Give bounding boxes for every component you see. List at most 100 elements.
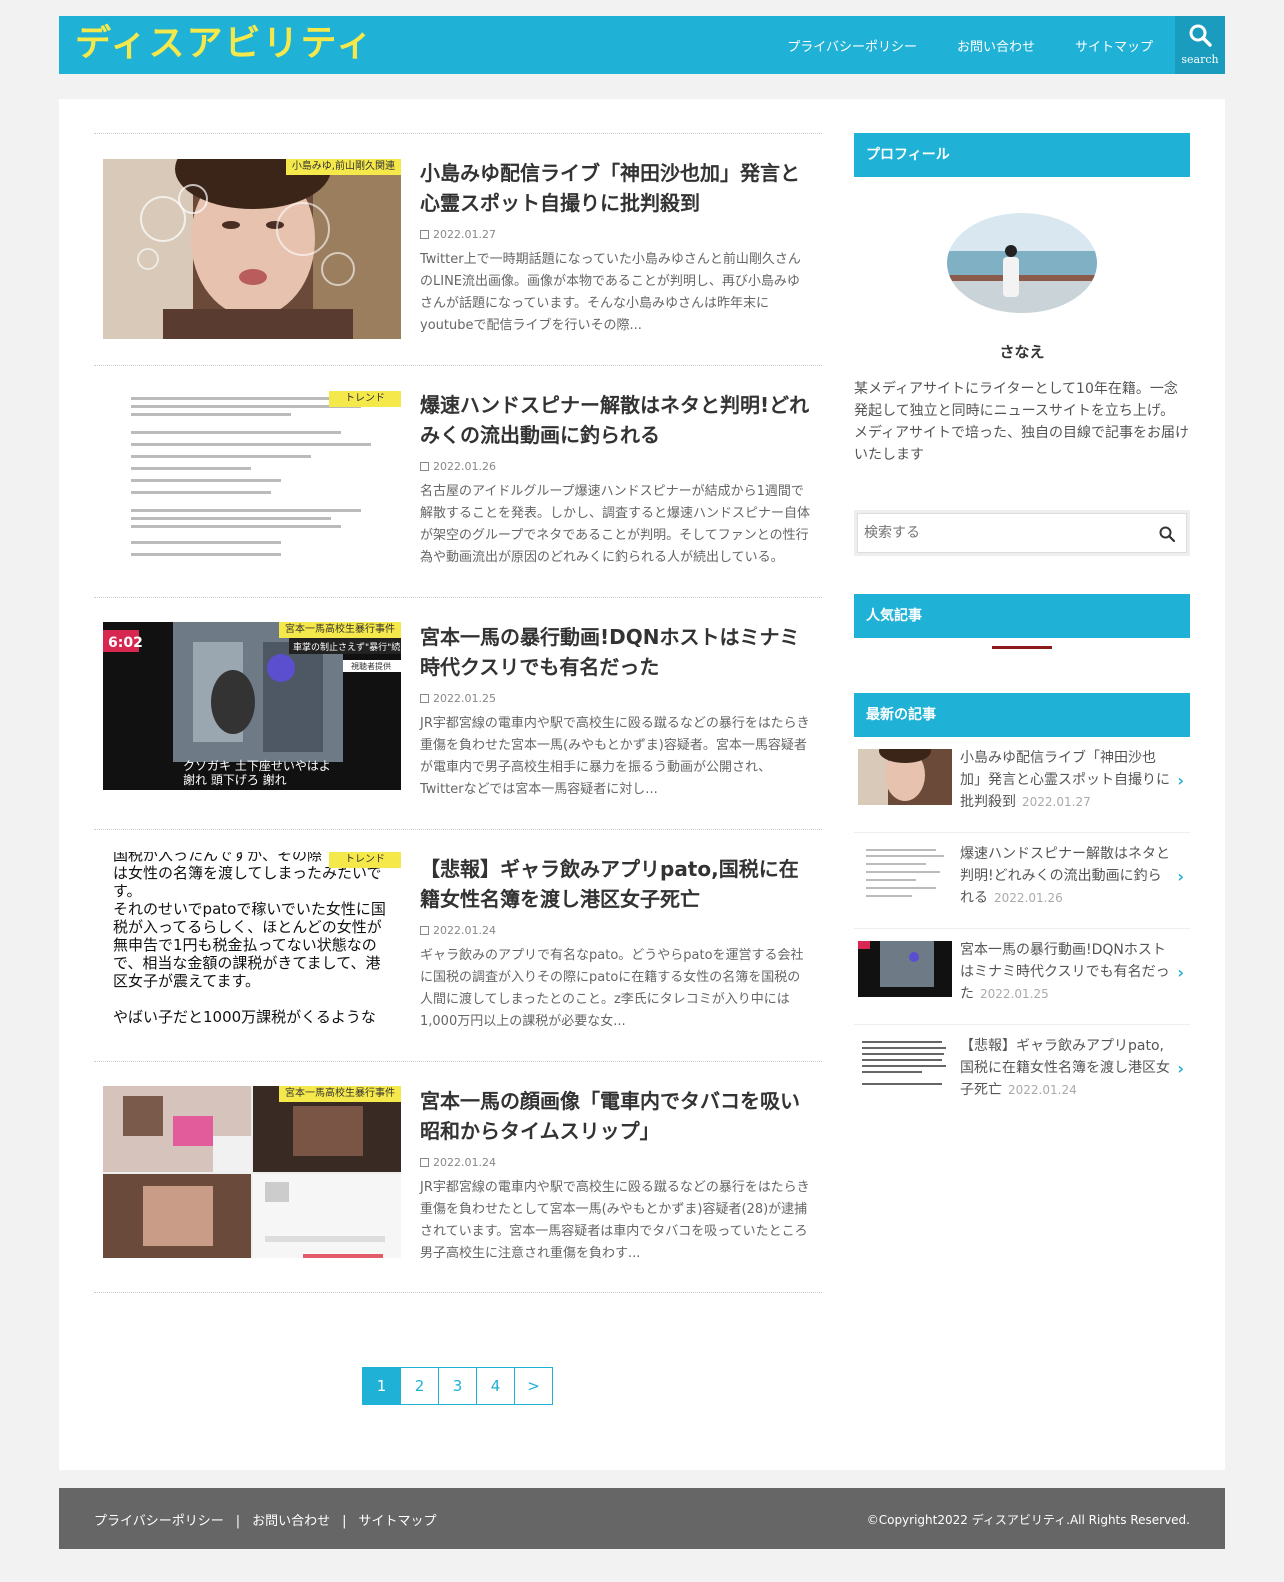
video-caption-2: 謝れ 頭下げろ 謝れ: [183, 772, 287, 787]
thumbnail-image: [103, 1086, 401, 1258]
article-title[interactable]: 宮本一馬の暴行動画!DQNホストはミナミ時代クスリでも有名だった: [420, 622, 810, 682]
article-card[interactable]: 小島みゆ,前山剛久関連 小島みゆ配信ライブ「神田沙也加」発言と心霊スポット自撮り…: [94, 133, 822, 365]
site-footer: プライバシーポリシー | お問い合わせ | サイトマップ ©Copyright2022 …: [59, 1488, 1225, 1549]
tweet-line: やばい子だと1000万課税がくるような: [113, 1008, 376, 1026]
article-thumbnail[interactable]: トレンド: [103, 391, 401, 571]
chevron-right-icon: ›: [1177, 963, 1184, 982]
tweet-line: それのせいでpatoで稼いでいた女性に国: [113, 900, 386, 918]
calendar-icon: [420, 230, 429, 239]
tweet-line: 無申告で1円も税金払ってない状態なの: [113, 936, 377, 954]
article-date: 2022.01.27: [420, 228, 496, 241]
calendar-icon: [420, 694, 429, 703]
footer-links: プライバシーポリシー | お問い合わせ | サイトマップ: [94, 1510, 437, 1529]
site-logo[interactable]: ディスアビリティ: [75, 22, 374, 66]
article-title[interactable]: 爆速ハンドスピナー解散はネタと判明!どれみくの流出動画に釣られる: [420, 390, 810, 450]
avatar-image: [947, 213, 1097, 313]
article-excerpt: ギャラ飲みのアプリで有名なpato。どうやらpatoを運営する会社に国税の調査が…: [420, 948, 804, 1029]
thumbnail-image: 6:02 車掌の制止さえず"暴行"続ける 視聴者提供 クソガキ 土下座せいやはよ…: [103, 622, 401, 790]
calendar-icon: [420, 1158, 429, 1167]
article-date: 2022.01.26: [420, 460, 496, 473]
profile-avatar: [947, 213, 1097, 313]
recent-post-thumbnail[interactable]: [858, 845, 952, 901]
tweet-line: 税が入ってるらしく、ほとんどの女性が: [113, 918, 382, 936]
article-card[interactable]: 6:02 車掌の制止さえず"暴行"続ける 視聴者提供 クソガキ 土下座せいやはよ…: [94, 597, 822, 829]
recent-post-item[interactable]: 【悲報】ギャラ飲みアプリpato,国税に在籍女性名簿を渡し港区女子死亡 2022.…: [854, 1025, 1190, 1121]
recent-post-thumbnail[interactable]: [858, 941, 952, 997]
recent-post-thumbnail[interactable]: [858, 749, 952, 805]
recent-post-date: 2022.01.24: [1008, 1083, 1077, 1097]
copyright: ©Copyright2022 ディスアビリティ.All Rights Reser…: [866, 1513, 1190, 1527]
recent-post-title[interactable]: 爆速ハンドスピナー解散はネタと判明!どれみくの流出動画に釣られる 2022.01.…: [960, 843, 1172, 909]
thumbnail-image: [103, 159, 401, 339]
article-card[interactable]: 国税が入ったんですが、その際 は女性の名簿を渡してしまったみたいで す。 それのせいで…: [94, 829, 822, 1061]
calendar-icon: [420, 462, 429, 471]
recent-post-title[interactable]: 小島みゆ配信ライブ「神田沙也加」発言と心霊スポット自撮りに批判殺到 2022.01…: [960, 747, 1172, 813]
recent-heading: 最新の記事: [854, 693, 1190, 737]
page-3-button[interactable]: 3: [438, 1367, 477, 1405]
article-list: 小島みゆ,前山剛久関連 小島みゆ配信ライブ「神田沙也加」発言と心霊スポット自撮り…: [94, 133, 822, 1293]
nav-sitemap[interactable]: サイトマップ: [1075, 36, 1153, 55]
search-icon[interactable]: [1159, 526, 1175, 542]
chevron-right-icon: ›: [1177, 771, 1184, 790]
footer-link-sitemap[interactable]: サイトマップ: [359, 1514, 437, 1529]
article-date: 2022.01.24: [420, 924, 496, 937]
footer-link-privacy-policy[interactable]: プライバシーポリシー: [94, 1514, 224, 1529]
pagination: 1 2 3 4 >: [362, 1367, 553, 1405]
article-thumbnail[interactable]: 小島みゆ,前山剛久関連: [103, 159, 401, 339]
article-date-text: 2022.01.24: [433, 924, 496, 937]
profile-heading: プロフィール: [854, 133, 1190, 177]
recent-post-title[interactable]: 【悲報】ギャラ飲みアプリpato,国税に在籍女性名簿を渡し港区女子死亡 2022.…: [960, 1035, 1172, 1101]
video-caption-1: クソガキ 土下座せいやはよ: [183, 758, 331, 773]
content-container: 小島みゆ,前山剛久関連 小島みゆ配信ライブ「神田沙也加」発言と心霊スポット自撮り…: [59, 99, 1225, 1470]
thumbnail-image: [103, 391, 401, 571]
article-thumbnail[interactable]: 国税が入ったんですが、その際 は女性の名簿を渡してしまったみたいで す。 それのせいで…: [103, 852, 401, 1036]
chevron-right-icon: ›: [1177, 867, 1184, 886]
page-2-button[interactable]: 2: [400, 1367, 439, 1405]
footer-separator: |: [342, 1514, 347, 1529]
profile-description: 某メディアサイトにライターとして10年在籍。一念発起して独立と同時にニュースサイ…: [854, 381, 1190, 463]
category-badge[interactable]: 小島みゆ,前山剛久関連: [285, 159, 401, 175]
chevron-right-icon: ›: [1177, 1059, 1184, 1078]
recent-post-date: 2022.01.25: [980, 987, 1049, 1001]
footer-separator: |: [235, 1514, 241, 1529]
profile-name: さなえ: [999, 343, 1045, 361]
sidebar-search: [854, 510, 1190, 556]
article-date-text: 2022.01.24: [433, 1156, 496, 1169]
header-nav: プライバシーポリシー お問い合わせ サイトマップ: [747, 16, 1153, 74]
article-date: 2022.01.25: [420, 692, 496, 705]
recent-post-title[interactable]: 宮本一馬の暴行動画!DQNホストはミナミ時代クスリでも有名だった 2022.01.…: [960, 939, 1172, 1005]
search-icon: [1189, 24, 1212, 47]
article-date-text: 2022.01.25: [433, 692, 496, 705]
page-1-button[interactable]: 1: [362, 1367, 401, 1405]
next-page-button[interactable]: >: [514, 1367, 553, 1405]
recent-post-thumbnail[interactable]: [858, 1037, 952, 1093]
category-badge[interactable]: トレンド: [329, 391, 401, 407]
nav-privacy-policy[interactable]: プライバシーポリシー: [787, 36, 917, 55]
article-title[interactable]: 小島みゆ配信ライブ「神田沙也加」発言と心霊スポット自撮りに批判殺到: [420, 158, 810, 218]
recent-post-item[interactable]: 爆速ハンドスピナー解散はネタと判明!どれみくの流出動画に釣られる 2022.01.…: [854, 833, 1190, 929]
article-thumbnail[interactable]: 6:02 車掌の制止さえず"暴行"続ける 視聴者提供 クソガキ 土下座せいやはよ…: [103, 622, 401, 790]
nav-contact[interactable]: お問い合わせ: [957, 36, 1035, 55]
calendar-icon: [420, 926, 429, 935]
article-excerpt: JR宇都宮線の電車内や駅で高校生に殴る蹴るなどの暴行をはたらき重傷を負わせたとし…: [420, 1180, 810, 1261]
tweet-line: す。: [113, 882, 142, 900]
tweet-line: で、相当な金額の課税がきてまして、港: [113, 954, 381, 972]
page-4-button[interactable]: 4: [476, 1367, 515, 1405]
article-title[interactable]: 宮本一馬の顔画像「電車内でタバコを吸い昭和からタイムスリップ」: [420, 1086, 810, 1146]
popular-divider: [992, 646, 1052, 649]
category-badge[interactable]: トレンド: [329, 852, 401, 868]
recent-post-date: 2022.01.27: [1022, 795, 1091, 809]
article-card[interactable]: トレンド 爆速ハンドスピナー解散はネタと判明!どれみくの流出動画に釣られる 20…: [94, 365, 822, 597]
footer-link-contact[interactable]: お問い合わせ: [252, 1514, 330, 1529]
category-badge[interactable]: 宮本一馬高校生暴行事件: [279, 1086, 401, 1102]
search-button-label: search: [1181, 53, 1219, 66]
article-date-text: 2022.01.26: [433, 460, 496, 473]
recent-post-item[interactable]: 宮本一馬の暴行動画!DQNホストはミナミ時代クスリでも有名だった 2022.01.…: [854, 929, 1190, 1025]
article-card[interactable]: 宮本一馬高校生暴行事件 宮本一馬の顔画像「電車内でタバコを吸い昭和からタイムスリ…: [94, 1061, 822, 1293]
header-search-button[interactable]: search: [1175, 16, 1225, 74]
article-thumbnail[interactable]: 宮本一馬高校生暴行事件: [103, 1086, 401, 1258]
article-title[interactable]: 【悲報】ギャラ飲みアプリpato,国税に在籍女性名簿を渡し港区女子死亡: [420, 854, 810, 914]
category-badge[interactable]: 宮本一馬高校生暴行事件: [279, 622, 401, 638]
recent-post-item[interactable]: 小島みゆ配信ライブ「神田沙也加」発言と心霊スポット自撮りに批判殺到 2022.01…: [854, 737, 1190, 833]
sidebar-search-input[interactable]: [857, 513, 1187, 553]
